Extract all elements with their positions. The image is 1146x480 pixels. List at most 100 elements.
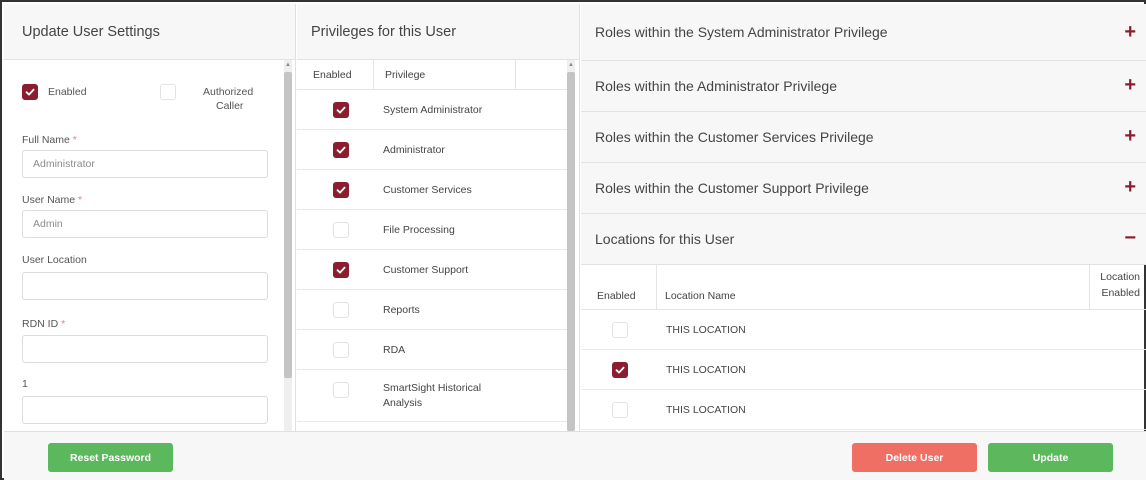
accordion-title: Roles within the Administrator Privilege bbox=[595, 78, 837, 94]
privilege-row-system-administrator: System Administrator bbox=[297, 90, 567, 130]
privilege-name: Customer Support bbox=[383, 263, 469, 276]
plus-icon[interactable]: + bbox=[1124, 177, 1136, 197]
locations-table-header: Enabled Location Name Location Enabled bbox=[581, 265, 1146, 310]
plus-icon[interactable]: + bbox=[1124, 75, 1136, 95]
scroll-up-arrow-icon[interactable]: ▲ bbox=[284, 60, 292, 70]
enabled-label: Enabled bbox=[48, 86, 87, 98]
privilege-checkbox[interactable] bbox=[333, 302, 349, 318]
user-name-label: User Name * bbox=[22, 194, 83, 206]
user-location-label: User Location bbox=[22, 254, 87, 266]
col-location-enabled-line2: Enabled bbox=[1101, 287, 1140, 299]
roles-customer-services-accordion[interactable]: Roles within the Customer Services Privi… bbox=[581, 112, 1146, 163]
privilege-checkbox[interactable] bbox=[333, 102, 349, 118]
privilege-name: Administrator bbox=[383, 143, 445, 156]
rdn-id-input[interactable] bbox=[22, 335, 268, 363]
accordion-title: Roles within the Customer Support Privil… bbox=[595, 180, 869, 196]
privilege-name-line2: Analysis bbox=[383, 397, 423, 409]
form-footer: Reset Password Delete User Update bbox=[4, 431, 1146, 480]
roles-administrator-accordion[interactable]: Roles within the Administrator Privilege… bbox=[581, 61, 1146, 112]
check-icon bbox=[25, 88, 35, 96]
authorized-caller-checkbox[interactable] bbox=[160, 84, 176, 100]
scrollbar-thumb[interactable] bbox=[567, 72, 575, 431]
privileges-table: Enabled Privilege System Administrator A… bbox=[297, 60, 580, 431]
privilege-row-file-processing: File Processing bbox=[297, 210, 567, 250]
privilege-row-customer-support: Customer Support bbox=[297, 250, 567, 290]
privileges-title: Privileges for this User bbox=[311, 23, 457, 40]
col-divider bbox=[1089, 265, 1090, 310]
accordion-title: Roles within the Customer Services Privi… bbox=[595, 129, 874, 145]
privilege-checkbox[interactable] bbox=[333, 382, 349, 398]
extra-field-input[interactable] bbox=[22, 396, 268, 424]
full-name-label: Full Name * bbox=[22, 134, 77, 146]
update-button[interactable]: Update bbox=[988, 443, 1113, 472]
location-name: THIS LOCATION bbox=[666, 404, 746, 416]
rdn-id-label: RDN ID * bbox=[22, 318, 66, 330]
privilege-row-customer-services: Customer Services bbox=[297, 170, 567, 210]
check-icon bbox=[336, 186, 346, 194]
user-name-input[interactable]: Admin bbox=[22, 210, 268, 238]
privilege-checkbox[interactable] bbox=[333, 342, 349, 358]
authorized-caller-label-line2: Caller bbox=[216, 100, 244, 112]
required-marker: * bbox=[72, 134, 77, 146]
delete-user-button[interactable]: Delete User bbox=[852, 443, 977, 472]
extra-field-label: 1 bbox=[22, 378, 28, 390]
roles-customer-support-accordion[interactable]: Roles within the Customer Support Privil… bbox=[581, 163, 1146, 214]
privilege-name: SmartSight Historical Analysis bbox=[383, 370, 481, 422]
required-marker: * bbox=[61, 318, 66, 330]
privilege-row-smartsight-historical-analysis: SmartSight Historical Analysis bbox=[297, 370, 567, 422]
privilege-row-administrator: Administrator bbox=[297, 130, 567, 170]
location-checkbox[interactable] bbox=[612, 402, 628, 418]
privileges-table-header: Enabled Privilege bbox=[297, 60, 567, 90]
check-icon bbox=[615, 366, 625, 374]
col-enabled: Enabled bbox=[313, 69, 352, 81]
col-divider bbox=[656, 265, 657, 310]
privilege-checkbox[interactable] bbox=[333, 222, 349, 238]
privilege-row-reports: Reports bbox=[297, 290, 567, 330]
location-name: THIS LOCATION bbox=[666, 364, 746, 376]
check-icon bbox=[336, 106, 346, 114]
location-row: THIS LOCATION bbox=[581, 350, 1146, 390]
privilege-name: File Processing bbox=[383, 223, 455, 236]
enabled-checkbox[interactable] bbox=[22, 84, 38, 100]
privilege-name: Reports bbox=[383, 303, 420, 316]
privileges-header: Privileges for this User bbox=[297, 4, 580, 60]
roles-system-administrator-accordion[interactable]: Roles within the System Administrator Pr… bbox=[581, 4, 1146, 61]
location-row: THIS LOCATION bbox=[581, 310, 1146, 350]
plus-icon[interactable]: + bbox=[1124, 126, 1136, 146]
reset-password-button[interactable]: Reset Password bbox=[48, 443, 173, 472]
user-location-input[interactable] bbox=[22, 272, 268, 300]
update-user-settings-header: Update User Settings bbox=[4, 4, 296, 60]
privilege-name: Customer Services bbox=[383, 183, 472, 196]
privilege-checkbox[interactable] bbox=[333, 142, 349, 158]
roles-and-locations-panel: Roles within the System Administrator Pr… bbox=[581, 4, 1146, 431]
location-checkbox[interactable] bbox=[612, 362, 628, 378]
col-divider bbox=[373, 60, 374, 90]
col-divider bbox=[515, 60, 516, 90]
col-location-enabled-line1: Location bbox=[1100, 271, 1140, 283]
required-marker: * bbox=[78, 194, 83, 206]
plus-icon[interactable]: + bbox=[1124, 22, 1136, 42]
col-enabled: Enabled bbox=[597, 290, 636, 302]
privilege-checkbox[interactable] bbox=[333, 182, 349, 198]
privilege-row-rda: RDA bbox=[297, 330, 567, 370]
update-user-settings-title: Update User Settings bbox=[22, 23, 160, 40]
privilege-name: RDA bbox=[383, 343, 406, 356]
location-row: THIS LOCATION bbox=[581, 390, 1146, 430]
accordion-title: Roles within the System Administrator Pr… bbox=[595, 24, 888, 40]
col-location-name: Location Name bbox=[665, 290, 736, 302]
scrollbar-thumb[interactable] bbox=[284, 72, 292, 378]
full-name-input[interactable]: Administrator bbox=[22, 150, 268, 178]
authorized-caller-label-line1: Authorized bbox=[203, 86, 254, 98]
privileges-scrollbar[interactable]: ▲ bbox=[567, 60, 575, 431]
privilege-name: System Administrator bbox=[383, 103, 483, 116]
privilege-checkbox[interactable] bbox=[333, 262, 349, 278]
location-checkbox[interactable] bbox=[612, 322, 628, 338]
user-settings-window: Update User Settings Privileges for this… bbox=[0, 0, 1146, 480]
user-settings-scrollbar[interactable]: ▲ bbox=[284, 60, 292, 431]
locations-accordion[interactable]: Locations for this User − bbox=[581, 214, 1146, 265]
user-settings-form: Enabled Authorized Caller Full Name * Ad… bbox=[4, 60, 296, 431]
scroll-up-arrow-icon[interactable]: ▲ bbox=[567, 60, 575, 70]
location-name: THIS LOCATION bbox=[666, 324, 746, 336]
col-privilege: Privilege bbox=[385, 69, 426, 81]
minus-icon[interactable]: − bbox=[1124, 228, 1136, 248]
